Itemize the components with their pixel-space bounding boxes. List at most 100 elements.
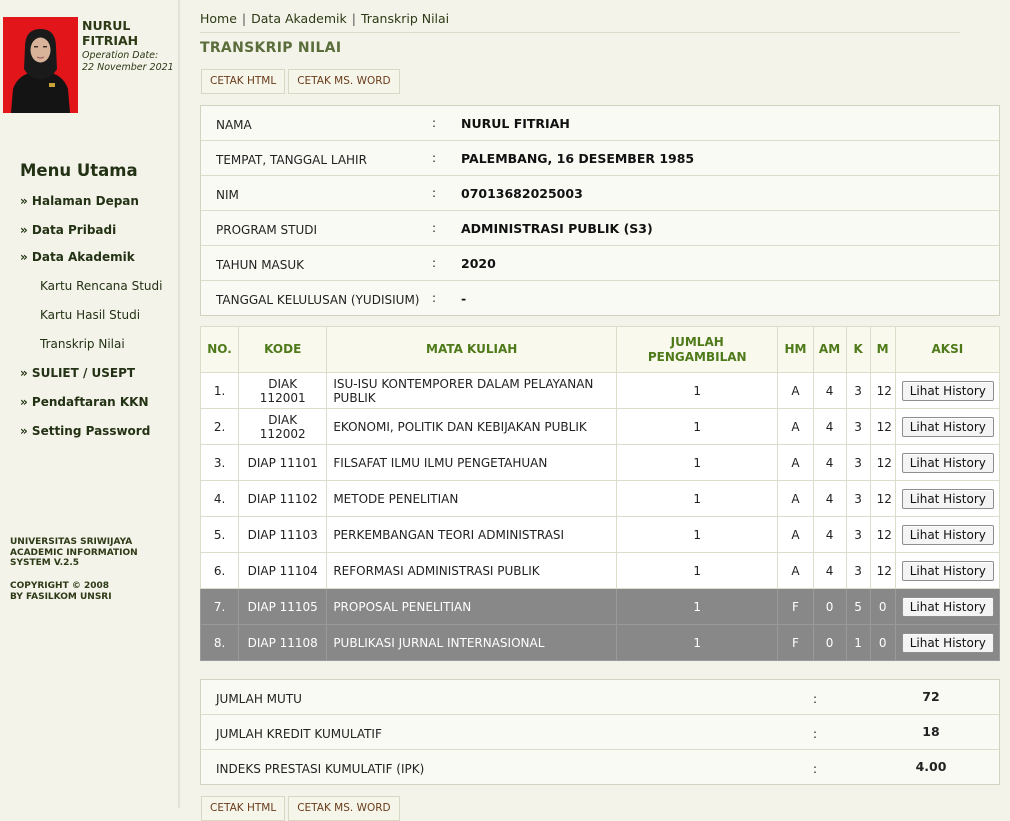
summary-colon: : [813,727,818,741]
menu-subitem-khs[interactable]: Kartu Hasil Studi [40,308,140,322]
cell-hm: A [777,552,814,589]
lihat-history-button[interactable]: Lihat History [901,632,994,653]
cell-k: 3 [845,408,871,445]
cell-kode: DIAK 112002 [238,408,328,445]
cell-am: 0 [812,588,847,625]
footer-line: BY FASILKOM UNSRI [10,591,112,602]
info-row-prodi: PROGRAM STUDI : ADMINISTRASI PUBLIK (S3) [201,211,999,246]
cell-kode: DIAP 11103 [238,516,328,553]
cell-jumlah-pengambilan: 1 [616,444,779,481]
lihat-history-button[interactable]: Lihat History [901,560,994,581]
cetak-html-button[interactable]: CETAK HTML [201,69,286,94]
cell-m: 0 [869,588,896,625]
col-header-jumlah-pengambilan: JUMLAH PENGAMBILAN [616,326,779,373]
info-colon: : [432,256,437,270]
table-row: 4. DIAP 11102 METODE PENELITIAN 1 A 4 3 12 Lihat… [199,480,1001,517]
lihat-history-button[interactable]: Lihat History [901,524,994,545]
menu-subitem-krs[interactable]: Kartu Rencana Studi [40,279,162,293]
lihat-history-button[interactable]: Lihat History [901,488,994,509]
cell-m: 0 [869,624,896,661]
summary-box: JUMLAH MUTU : 72 JUMLAH KREDIT KUMULATIF… [200,679,1000,785]
menu-item-suliet[interactable]: » SULIET / USEPT [20,366,135,380]
menu-item-data-pribadi[interactable]: » Data Pribadi [20,223,116,237]
cetak-word-button-bottom[interactable]: CETAK MS. WORD [288,796,400,821]
cell-aksi: Lihat History [894,480,1001,517]
cell-mata-kuliah: PUBLIKASI JURNAL INTERNASIONAL [326,624,618,661]
summary-value: 72 [922,689,940,704]
cell-aksi: Lihat History [894,408,1001,445]
cell-am: 4 [812,372,847,409]
menu-item-setting-password[interactable]: » Setting Password [20,424,150,438]
cell-kode: DIAP 11101 [238,444,328,481]
cell-mata-kuliah: ISU-ISU KONTEMPORER DALAM PELAYANAN PUBL… [326,372,618,409]
summary-label: INDEKS PRESTASI KUMULATIF (IPK) [216,762,425,776]
col-header-am: AM [812,326,847,373]
cell-hm: F [777,624,814,661]
cell-m: 12 [869,408,896,445]
cell-am: 4 [812,516,847,553]
breadcrumb-data-akademik[interactable]: Data Akademik [251,11,347,26]
lihat-history-button[interactable]: Lihat History [901,452,994,473]
cell-am: 4 [812,480,847,517]
info-label: NAMA [216,118,252,132]
col-header-m: M [869,326,896,373]
cell-kode: DIAK 112001 [238,372,328,409]
info-label: TEMPAT, TANGGAL LAHIR [216,153,367,167]
breadcrumb-transkrip[interactable]: Transkrip Nilai [361,11,449,26]
info-label: PROGRAM STUDI [216,223,318,237]
col-header-hm: HM [777,326,814,373]
operation-date-value: 22 November 2021 [82,62,174,73]
lihat-history-button[interactable]: Lihat History [901,596,994,617]
cetak-word-button[interactable]: CETAK MS. WORD [288,69,400,94]
info-row-ttl: TEMPAT, TANGGAL LAHIR : PALEMBANG, 16 DE… [201,141,999,176]
menu-subitem-transkrip[interactable]: Transkrip Nilai [40,337,125,351]
summary-row-ipk: INDEKS PRESTASI KUMULATIF (IPK) : 4.00 [201,750,999,784]
cell-m: 12 [869,552,896,589]
cell-no: 8. [199,624,240,661]
table-row: 2. DIAK 112002 EKONOMI, POLITIK DAN KEBIJA… [199,408,1001,445]
cell-m: 12 [869,444,896,481]
cell-aksi: Lihat History [894,516,1001,553]
lihat-history-button[interactable]: Lihat History [901,416,994,437]
cell-kode: DIAP 11104 [238,552,328,589]
menu-item-kkn[interactable]: » Pendaftaran KKN [20,395,149,409]
cell-hm: A [777,444,814,481]
col-header-no: NO. [199,326,240,373]
info-row-kelulusan: TANGGAL KELULUSAN (YUDISIUM) : - [201,281,999,315]
info-label: TAHUN MASUK [216,258,305,272]
profile-name: NURUL FITRIAH [82,18,139,48]
print-buttons-bottom: CETAK HTML CETAK MS. WORD [201,796,400,821]
lihat-history-button[interactable]: Lihat History [901,380,994,401]
cell-no: 6. [199,552,240,589]
cell-no: 4. [199,480,240,517]
menu-item-halaman-depan[interactable]: » Halaman Depan [20,194,139,208]
cell-jumlah-pengambilan: 1 [616,624,779,661]
cell-jumlah-pengambilan: 1 [616,480,779,517]
breadcrumb: Home | Data Akademik | Transkrip Nilai [200,11,449,26]
cell-no: 2. [199,408,240,445]
menu-item-data-akademik[interactable]: » Data Akademik [20,250,135,264]
operation-date-label: Operation Date: [82,50,159,61]
cell-m: 12 [869,516,896,553]
cell-aksi: Lihat History [894,552,1001,589]
cell-m: 12 [869,480,896,517]
info-row-nama: NAMA : NURUL FITRIAH [201,106,999,141]
cell-mata-kuliah: METODE PENELITIAN [326,480,618,517]
info-value: NURUL FITRIAH [461,116,570,131]
cell-hm: F [777,588,814,625]
summary-row-jumlah-mutu: JUMLAH MUTU : 72 [201,680,999,715]
cetak-html-button-bottom[interactable]: CETAK HTML [201,796,286,821]
info-colon: : [432,116,437,130]
cell-jumlah-pengambilan: 1 [616,408,779,445]
footer-line: ACADEMIC INFORMATION [10,547,138,558]
breadcrumb-home[interactable]: Home [200,11,237,26]
cell-aksi: Lihat History [894,588,1001,625]
footer-line: COPYRIGHT © 2008 [10,581,110,591]
col-header-k: K [845,326,871,373]
cell-aksi: Lihat History [894,624,1001,661]
menu-title: Menu Utama [20,161,138,180]
footer-line: UNIVERSITAS SRIWIJAYA [10,537,133,547]
cell-am: 4 [812,444,847,481]
summary-label: JUMLAH MUTU [216,692,302,706]
cell-mata-kuliah: FILSAFAT ILMU ILMU PENGETAHUAN [326,444,618,481]
